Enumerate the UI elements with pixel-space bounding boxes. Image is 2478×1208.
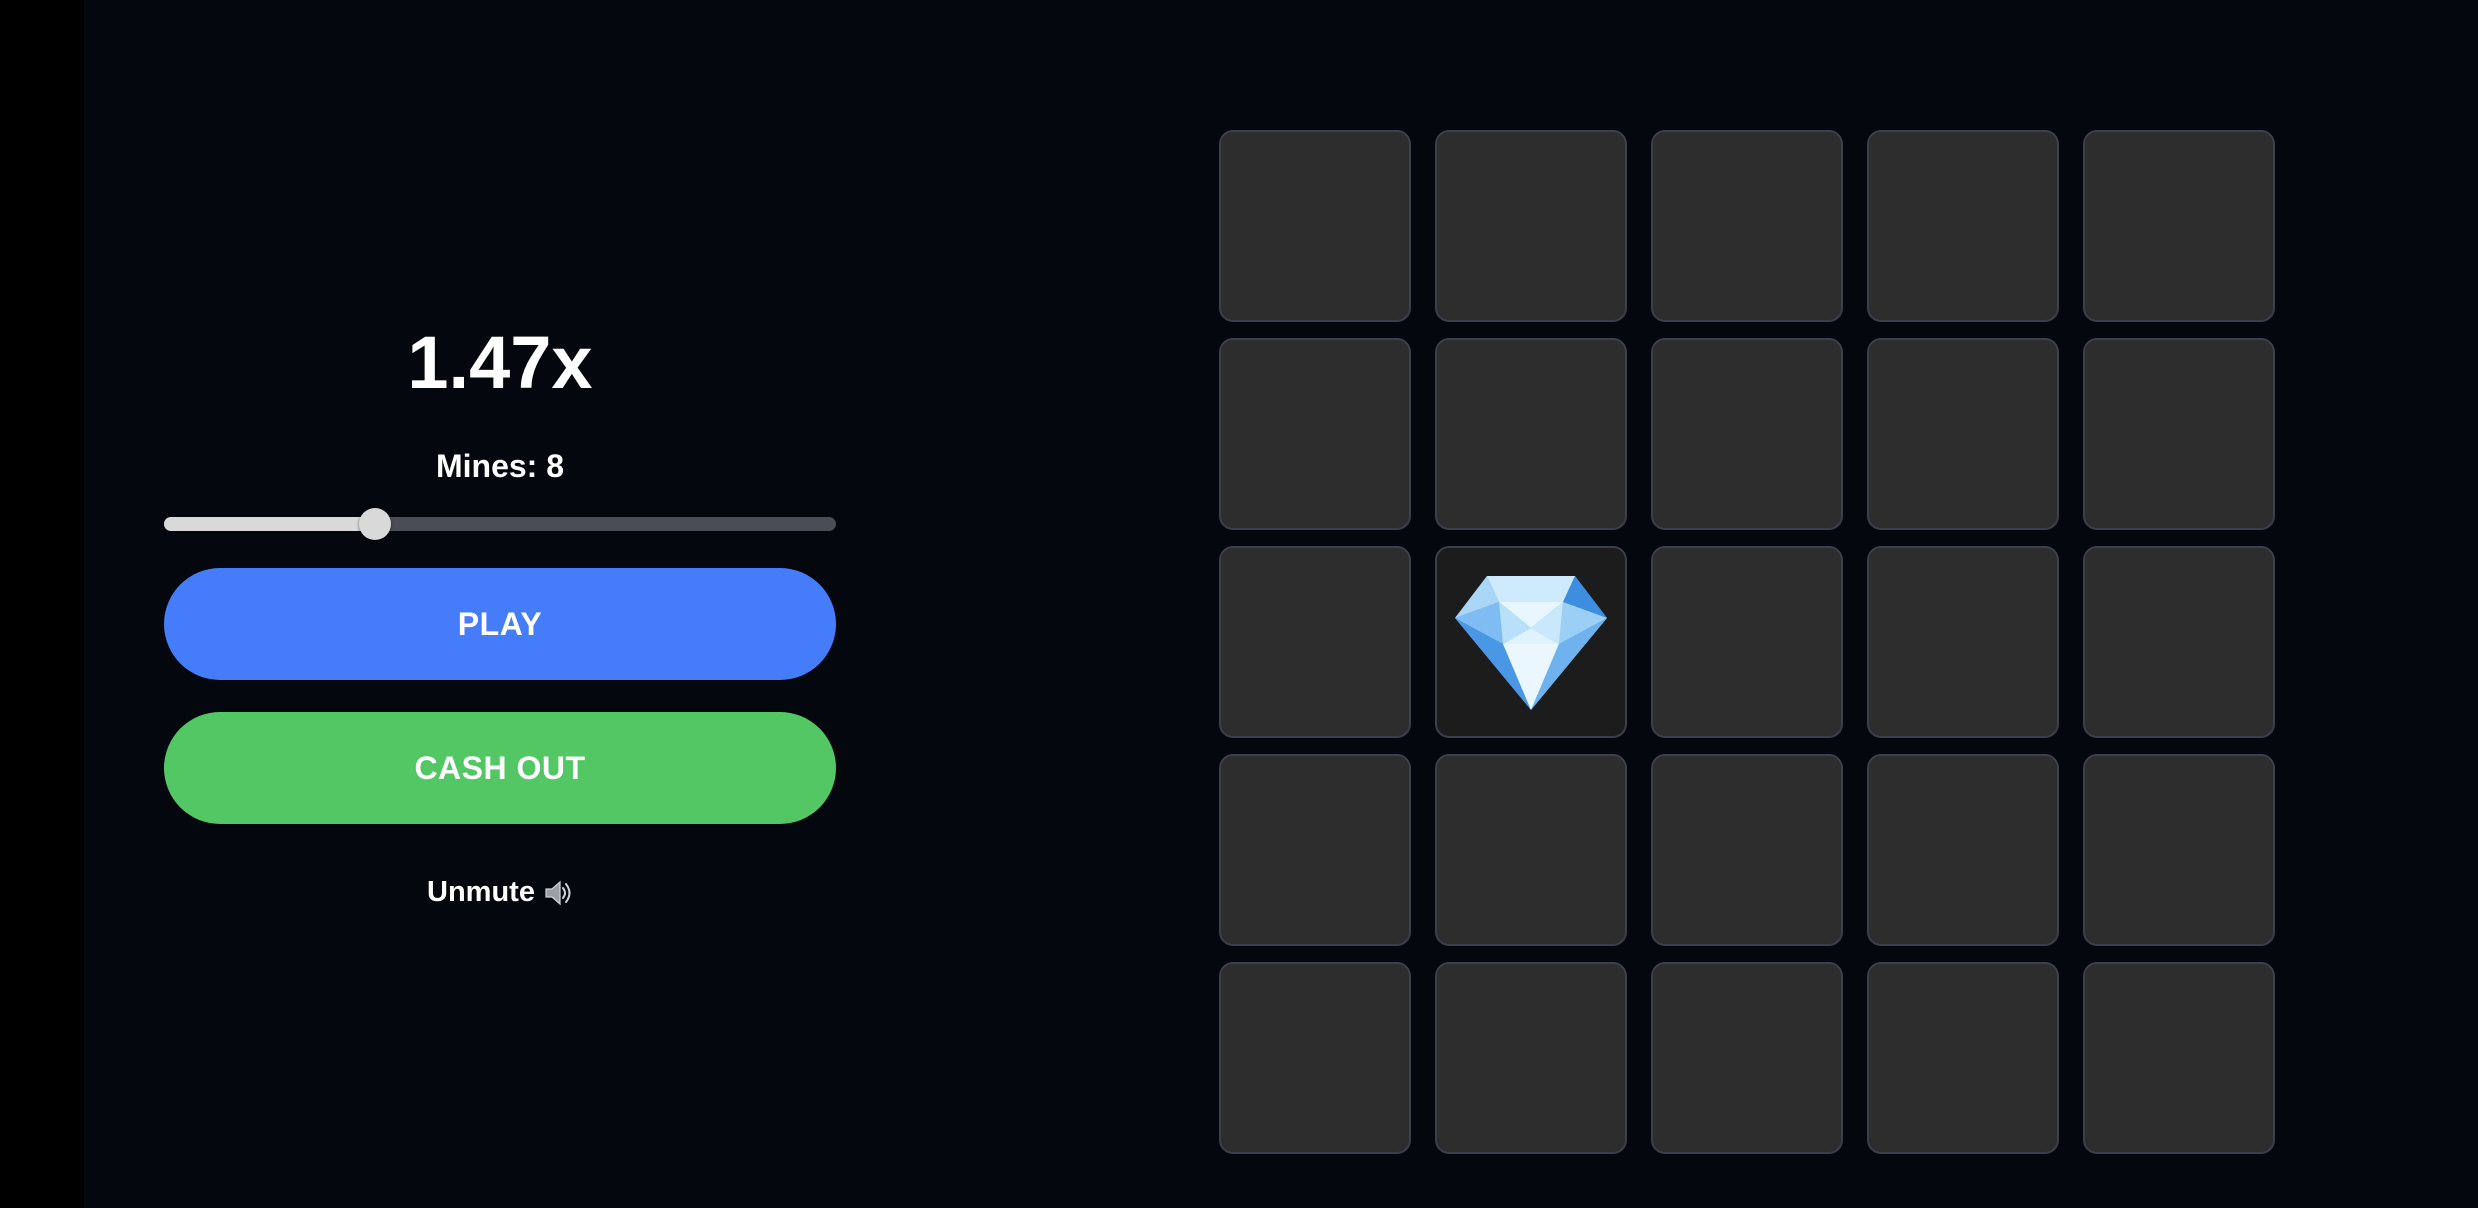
tile-r2-c2[interactable]: [1435, 338, 1627, 530]
tile-r4-c2[interactable]: [1435, 754, 1627, 946]
tile-r2-c5[interactable]: [2083, 338, 2275, 530]
tile-r2-c3[interactable]: [1651, 338, 1843, 530]
mines-slider[interactable]: [164, 508, 836, 540]
diamond-icon: [1455, 576, 1607, 710]
tile-r4-c5[interactable]: [2083, 754, 2275, 946]
tile-r4-c1[interactable]: [1219, 754, 1411, 946]
slider-fill: [164, 517, 375, 531]
control-panel: 1.47x Mines: 8 PLAY CASH OUT Unmute: [164, 300, 836, 909]
unmute-label: Unmute: [427, 876, 535, 908]
tile-r5-c1[interactable]: [1219, 962, 1411, 1154]
tile-r5-c4[interactable]: [1867, 962, 2059, 1154]
tile-r1-c3[interactable]: [1651, 130, 1843, 322]
tile-r1-c1[interactable]: [1219, 130, 1411, 322]
tile-r3-c1[interactable]: [1219, 546, 1411, 738]
multiplier-display: 1.47x: [407, 321, 593, 404]
tile-r3-c5[interactable]: [2083, 546, 2275, 738]
speaker-icon: [545, 880, 571, 905]
tile-r1-c2[interactable]: [1435, 130, 1627, 322]
mines-game: 1.47x Mines: 8 PLAY CASH OUT Unmute: [84, 0, 2478, 1208]
tile-r1-c5[interactable]: [2083, 130, 2275, 322]
mines-count-label: Mines: 8: [435, 448, 565, 484]
tile-r5-c2[interactable]: [1435, 962, 1627, 1154]
tile-r3-c4[interactable]: [1867, 546, 2059, 738]
cash-out-button[interactable]: CASH OUT: [164, 712, 836, 824]
tile-r4-c3[interactable]: [1651, 754, 1843, 946]
tile-r3-c2[interactable]: [1435, 546, 1627, 738]
tile-r3-c3[interactable]: [1651, 546, 1843, 738]
slider-thumb[interactable]: [358, 508, 391, 540]
tile-r4-c4[interactable]: [1867, 754, 2059, 946]
unmute-toggle[interactable]: Unmute: [427, 876, 573, 909]
tile-r2-c1[interactable]: [1219, 338, 1411, 530]
tile-r1-c4[interactable]: [1867, 130, 2059, 322]
tile-r5-c3[interactable]: [1651, 962, 1843, 1154]
tile-r2-c4[interactable]: [1867, 338, 2059, 530]
left-edge-bar: [0, 0, 84, 1208]
tile-r5-c5[interactable]: [2083, 962, 2275, 1154]
mines-board: [1219, 130, 2275, 1154]
play-button[interactable]: PLAY: [164, 568, 836, 680]
